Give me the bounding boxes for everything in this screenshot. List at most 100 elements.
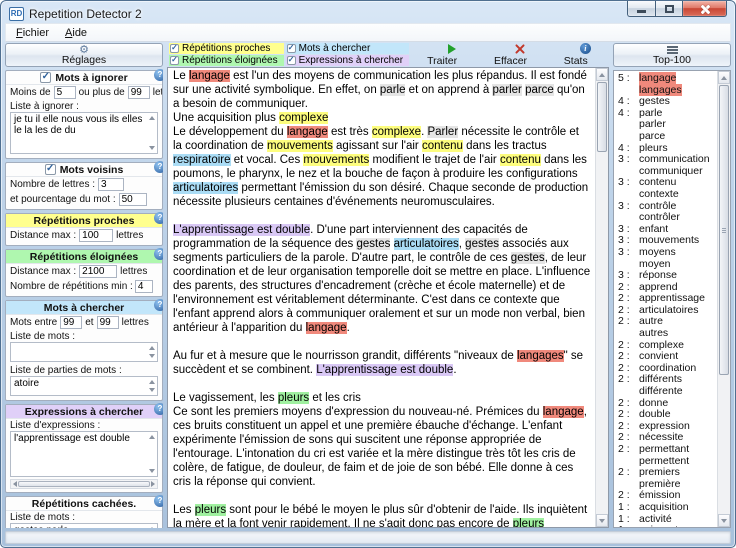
minimize-button[interactable]	[627, 1, 655, 17]
checkbox-checked-icon[interactable]: ✓	[287, 56, 296, 65]
highlight-gray[interactable]: parle	[380, 84, 406, 96]
scrollbar-thumb[interactable]	[719, 85, 729, 375]
horizontal-scrollbar[interactable]	[10, 479, 158, 489]
text-paragraph[interactable]	[173, 489, 591, 503]
close-button[interactable]	[683, 1, 727, 17]
help-icon[interactable]: ?	[154, 495, 163, 507]
word-parts-textarea[interactable]: atoire	[11, 377, 157, 395]
word-list-textarea[interactable]	[11, 343, 157, 361]
filter-chip[interactable]: ✓Répétitions éloignées	[169, 55, 284, 66]
highlight-gray[interactable]: gestes	[356, 238, 390, 250]
scroll-up-button[interactable]	[718, 71, 730, 84]
text-paragraph[interactable]: Le langage est l'un des moyens de commun…	[173, 69, 591, 111]
scroll-down-icon[interactable]	[149, 469, 155, 473]
scrollbar-thumb[interactable]	[18, 481, 150, 487]
highlight-yellow[interactable]: mouvements	[267, 140, 333, 152]
expressions-textarea[interactable]: l'apprentissage est double	[11, 432, 157, 476]
top100-list[interactable]: 5 :langagelangages4 :gestes4 :parleparle…	[614, 71, 717, 527]
textarea-scrollbar[interactable]	[147, 344, 156, 360]
scroll-up-icon[interactable]	[149, 527, 155, 528]
scroll-down-button[interactable]	[718, 514, 730, 527]
text-paragraph[interactable]: Ce sont les premiers moyens d'expression…	[173, 405, 591, 489]
checkbox-checked-icon[interactable]: ✓	[40, 72, 51, 83]
help-icon[interactable]: ?	[154, 299, 163, 311]
highlight-yellow[interactable]: complexe	[279, 112, 328, 124]
top100-item[interactable]: 1 :agissant	[618, 525, 717, 527]
highlight-blue[interactable]: respiratoire	[173, 154, 231, 166]
help-icon[interactable]: ?	[154, 403, 163, 415]
highlight-green[interactable]: pleurs	[195, 504, 226, 516]
scroll-up-button[interactable]	[596, 68, 608, 81]
highlight-yellow[interactable]: contenu	[422, 140, 463, 152]
top100-item[interactable]: 4 :parle	[618, 108, 717, 120]
textarea-scrollbar[interactable]	[147, 433, 156, 475]
min-repetitions-input[interactable]	[135, 280, 153, 293]
scroll-up-icon[interactable]	[149, 435, 155, 439]
highlight-gray[interactable]: gestes	[465, 238, 499, 250]
checkbox-checked-icon[interactable]: ✓	[170, 56, 179, 65]
highlight-gray[interactable]: parce	[525, 84, 554, 96]
text-paragraph[interactable]: Le vagissement, les pleurs et les cris	[173, 391, 591, 405]
help-icon[interactable]: ?	[154, 161, 163, 173]
scroll-down-icon[interactable]	[149, 388, 155, 392]
top100-item[interactable]: 5 :langage	[618, 73, 717, 85]
checkbox-checked-icon[interactable]: ✓	[45, 164, 56, 175]
ignore-list-textarea[interactable]: je tu il elle nous vous ils elles le la …	[11, 113, 157, 153]
scroll-down-button[interactable]	[596, 514, 608, 527]
editor-text[interactable]: Le langage est l'un des moyens de commun…	[168, 68, 595, 527]
text-paragraph[interactable]	[173, 377, 591, 391]
search-max-letters-input[interactable]	[97, 316, 119, 329]
scroll-up-icon[interactable]	[149, 380, 155, 384]
help-icon[interactable]: ?	[154, 248, 163, 260]
highlight-red[interactable]: langage	[287, 126, 328, 138]
highlight-purple[interactable]: L'apprentissage est double	[173, 224, 310, 236]
word-percentage-input[interactable]	[119, 193, 147, 206]
top100-item[interactable]: 2 :articulatoires	[618, 305, 717, 317]
title-bar[interactable]: RD Repetition Detector 2	[1, 1, 735, 23]
checkbox-checked-icon[interactable]: ✓	[287, 44, 296, 53]
scrollbar-thumb[interactable]	[597, 82, 607, 152]
text-paragraph[interactable]: L'apprentissage est double. D'une part i…	[173, 223, 591, 335]
highlight-yellow[interactable]: complexe	[372, 126, 421, 138]
highlight-gray[interactable]: parler	[492, 84, 521, 96]
filter-chip[interactable]: ✓Mots à chercher	[286, 43, 410, 54]
scroll-down-icon[interactable]	[149, 354, 155, 358]
highlight-gray[interactable]: Parler	[427, 126, 458, 138]
text-paragraph[interactable]: Le développement du langage est très com…	[173, 125, 591, 209]
textarea-scrollbar[interactable]	[147, 114, 156, 152]
max-letters-input[interactable]	[128, 86, 150, 99]
highlight-green[interactable]: pleurs	[278, 392, 309, 404]
top100-item[interactable]: 4 :gestes	[618, 96, 717, 108]
checkbox-checked-icon[interactable]: ✓	[170, 44, 179, 53]
text-paragraph[interactable]	[173, 209, 591, 223]
highlight-green[interactable]: pleurs	[513, 518, 544, 527]
near-distance-input[interactable]	[79, 229, 113, 242]
highlight-red[interactable]: langage	[189, 70, 230, 82]
scroll-up-icon[interactable]	[149, 116, 155, 120]
help-icon[interactable]: ?	[154, 69, 163, 81]
neighbor-letters-input[interactable]	[98, 178, 124, 191]
highlight-purple[interactable]: L'apprentissage est double	[316, 364, 453, 376]
textarea-scrollbar[interactable]	[147, 378, 156, 394]
scroll-right-icon[interactable]	[151, 481, 155, 487]
search-min-letters-input[interactable]	[60, 316, 82, 329]
text-paragraph[interactable]	[173, 335, 591, 349]
top100-button[interactable]: Top-100	[613, 43, 731, 67]
filter-chip[interactable]: ✓Répétitions proches	[169, 43, 284, 54]
highlight-yellow[interactable]: mouvements	[303, 154, 369, 166]
highlight-red[interactable]: langages	[517, 350, 564, 362]
highlight-blue[interactable]: articulatoires	[173, 182, 238, 194]
reglages-button[interactable]: ⚙ Réglages	[5, 43, 163, 67]
filter-chip[interactable]: ✓Expressions à chercher	[286, 55, 410, 66]
scroll-up-icon[interactable]	[149, 346, 155, 350]
help-icon[interactable]: ?	[154, 212, 163, 224]
text-paragraph[interactable]: Au fur et à mesure que le nourrisson gra…	[173, 349, 591, 377]
menu-fichier[interactable]: Fichier	[8, 25, 57, 41]
maximize-button[interactable]	[655, 1, 683, 17]
highlight-blue[interactable]: articulatoires	[394, 238, 459, 250]
min-letters-input[interactable]	[54, 86, 76, 99]
far-distance-input[interactable]	[79, 265, 117, 278]
scroll-left-icon[interactable]	[13, 481, 17, 487]
highlight-yellow[interactable]: contenu	[500, 154, 541, 166]
editor-scrollbar[interactable]	[595, 68, 608, 527]
